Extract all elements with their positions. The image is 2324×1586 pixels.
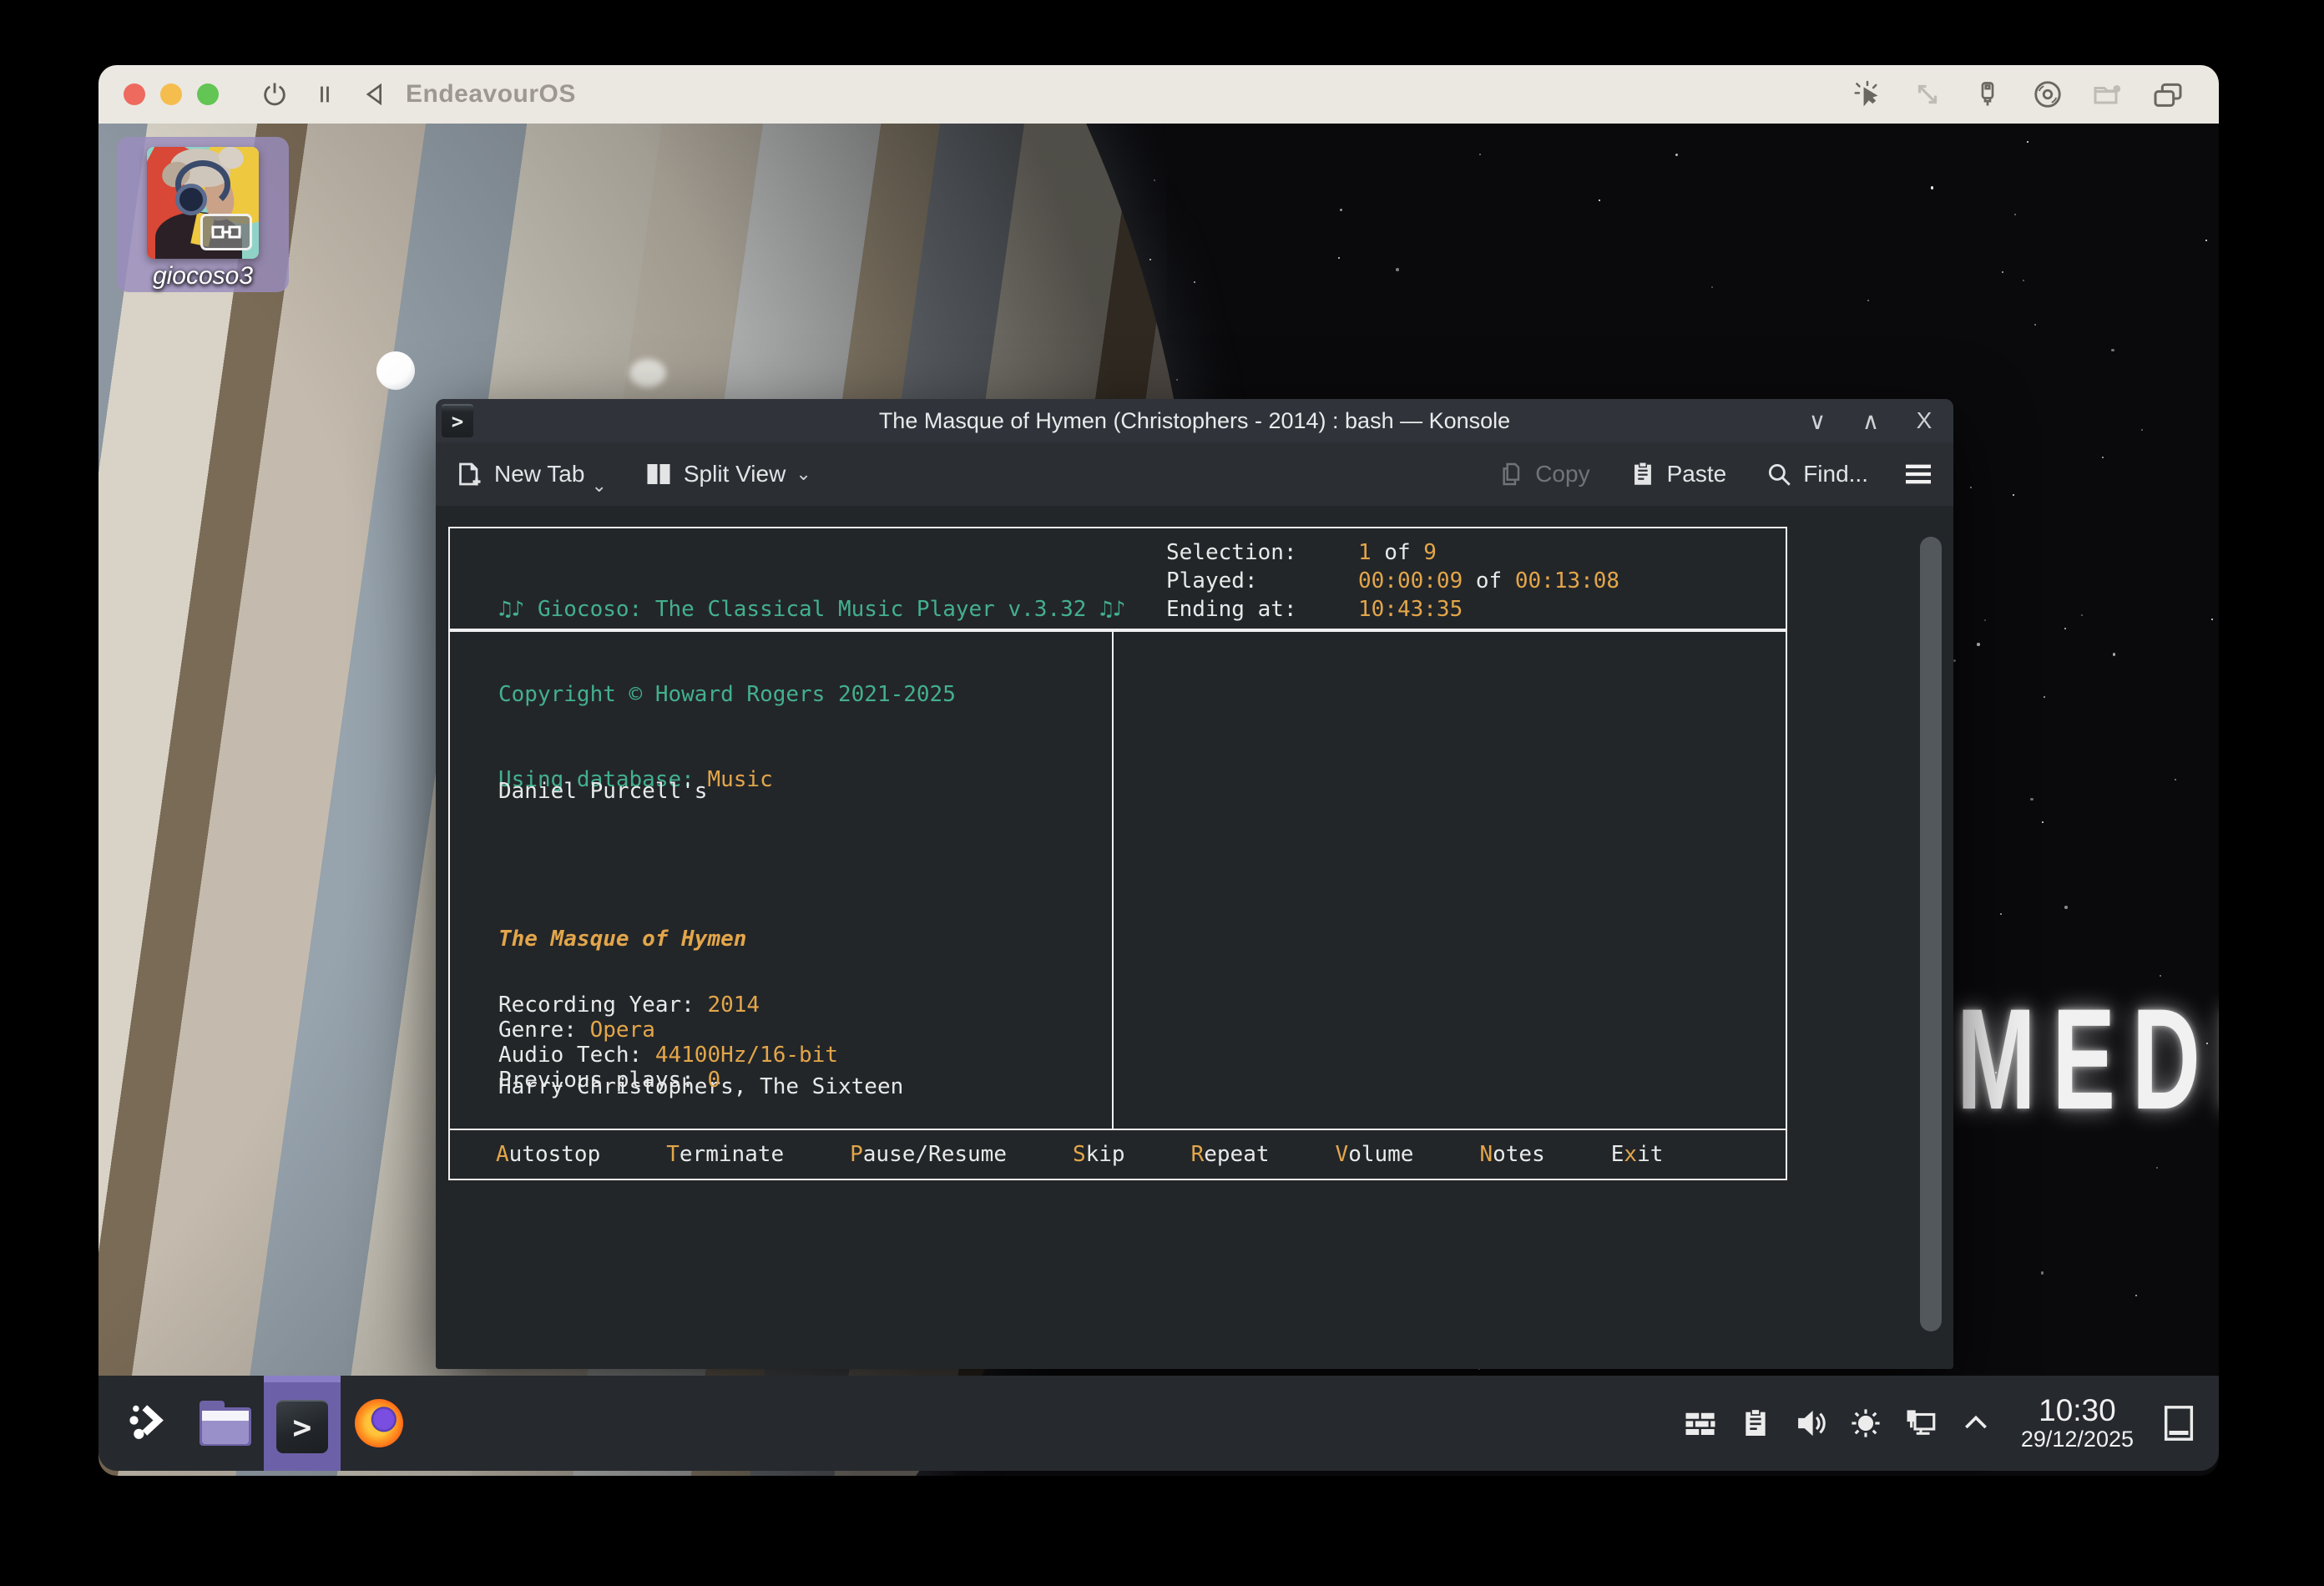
usb-icon[interactable]: [1968, 75, 2007, 114]
wallpaper-text: MEDE: [1957, 977, 2219, 1142]
menu-item-pause-resume[interactable]: Pause/Resume: [850, 1142, 1007, 1167]
close-button[interactable]: X: [1910, 407, 1938, 435]
paste-button[interactable]: Paste: [1629, 460, 1727, 488]
find-button[interactable]: Find...: [1765, 460, 1868, 488]
resize-icon[interactable]: [1908, 75, 1947, 114]
close-traffic-light[interactable]: [124, 83, 145, 105]
shortcut-label: giocoso3: [117, 262, 289, 290]
copy-button[interactable]: Copy: [1498, 461, 1589, 487]
tray-expand-icon[interactable]: [1958, 1405, 1994, 1442]
paste-icon: [1629, 460, 1657, 488]
symlink-badge-icon: [200, 214, 252, 250]
metadata-row: Recording Year: 2014: [498, 993, 838, 1018]
new-tab-label: New Tab: [494, 461, 584, 487]
display-network-tray-icon[interactable]: [1902, 1405, 1939, 1442]
find-label: Find...: [1803, 461, 1868, 487]
menu-item-repeat[interactable]: Repeat: [1191, 1142, 1270, 1167]
disc-icon[interactable]: [2028, 75, 2067, 114]
giocoso-menu-bar: Autostop Terminate Pause/Resume Skip Repeat V…: [448, 1129, 1787, 1180]
file-manager-button[interactable]: [187, 1376, 264, 1471]
new-tab-dropdown-icon[interactable]: ⌄: [591, 475, 606, 497]
paste-label: Paste: [1667, 461, 1727, 487]
new-tab-button[interactable]: New Tab ⌄: [454, 459, 610, 489]
digital-clock[interactable]: 10:30 29/12/2025: [2021, 1395, 2134, 1451]
app-launcher-button[interactable]: [110, 1376, 187, 1471]
screenshot-stage: EndeavourOS: [0, 0, 2324, 1586]
composer-line: Daniel Purcell's: [498, 767, 903, 816]
now-playing-box: Daniel Purcell's The Masque of Hymen Har…: [448, 630, 1787, 1130]
maximize-button[interactable]: ∧: [1857, 407, 1885, 435]
copy-label: Copy: [1535, 461, 1589, 487]
playback-status: Selection:1 of 9Played:00:00:09 of 00:13…: [1166, 538, 1619, 624]
terminal-scrollbar[interactable]: [1920, 537, 1942, 1331]
app-banner-line: ♫♪ Giocoso: The Classical Music Player v…: [498, 595, 1125, 624]
zoom-traffic-light[interactable]: [197, 83, 219, 105]
split-view-icon: [644, 459, 674, 489]
work-title: The Masque of Hymen: [498, 915, 903, 964]
konsole-window-title: The Masque of Hymen (Christophers - 2014…: [436, 408, 1953, 434]
clipboard-tray-icon[interactable]: [1737, 1405, 1774, 1442]
hamburger-menu-button[interactable]: [1902, 457, 1935, 491]
search-icon: [1765, 460, 1793, 488]
giocoso-header-box: ♫♪ Giocoso: The Classical Music Player v…: [448, 527, 1787, 630]
brightness-tray-icon[interactable]: [1847, 1405, 1884, 1442]
konsole-task-button[interactable]: >: [264, 1376, 341, 1471]
clock-time: 10:30: [2021, 1395, 2134, 1427]
metadata-row: Genre: Opera: [498, 1018, 838, 1043]
copy-icon: [1498, 461, 1525, 487]
konsole-window: > The Masque of Hymen (Christophers - 20…: [436, 399, 1953, 1369]
split-view-button[interactable]: Split View ⌄: [644, 459, 811, 489]
pointer-capture-icon[interactable]: [1848, 75, 1887, 114]
volume-tray-icon[interactable]: [1792, 1405, 1829, 1442]
panel-divider: [1112, 632, 1114, 1129]
back-icon[interactable]: [356, 75, 394, 114]
host-window-title: EndeavourOS: [406, 80, 576, 109]
giocoso-app-icon: [147, 147, 259, 259]
konsole-titlebar[interactable]: > The Masque of Hymen (Christophers - 20…: [436, 399, 1953, 442]
displays-icon[interactable]: [2149, 75, 2187, 114]
tiles-tray-icon[interactable]: [1682, 1405, 1719, 1442]
status-row: Ending at:10:43:35: [1166, 595, 1619, 624]
menu-item-notes[interactable]: Notes: [1479, 1142, 1544, 1167]
planet-storm: [629, 359, 666, 387]
menu-item-volume[interactable]: Volume: [1336, 1142, 1414, 1167]
pause-icon[interactable]: [306, 75, 344, 114]
desktop-shortcut-giocoso3[interactable]: giocoso3: [117, 137, 289, 292]
konsole-icon: >: [276, 1400, 328, 1453]
power-icon[interactable]: [255, 75, 294, 114]
host-titlebar: EndeavourOS: [99, 65, 2219, 124]
hamburger-icon: [1902, 457, 1935, 491]
host-vm-window: EndeavourOS: [99, 65, 2219, 1476]
menu-item-exit[interactable]: Exit: [1611, 1142, 1664, 1167]
peek-desktop-widget[interactable]: [2160, 1405, 2197, 1442]
metadata-row: Audio Tech: 44100Hz/16-bit: [498, 1043, 838, 1068]
moon: [376, 351, 415, 390]
clock-date: 29/12/2025: [2021, 1427, 2134, 1451]
shared-folder-icon[interactable]: [2089, 75, 2127, 114]
menu-item-terminate[interactable]: Terminate: [666, 1142, 784, 1167]
vm-desktop: MEDE: [99, 124, 2219, 1476]
split-view-label: Split View: [684, 461, 786, 487]
terminal-view[interactable]: ♫♪ Giocoso: The Classical Music Player v…: [436, 506, 1953, 1369]
menu-item-autostop[interactable]: Autostop: [496, 1142, 600, 1167]
menu-item-skip[interactable]: Skip: [1073, 1142, 1125, 1167]
app-launcher-icon: [125, 1400, 172, 1447]
konsole-toolbar: New Tab ⌄ Split View ⌄ Co: [436, 442, 1953, 508]
firefox-button[interactable]: [341, 1376, 417, 1471]
split-view-dropdown-icon[interactable]: ⌄: [796, 463, 811, 485]
recording-metadata: Recording Year: 2014Genre: OperaAudio Te…: [498, 993, 838, 1093]
taskbar-panel: >: [99, 1376, 2219, 1471]
minimize-traffic-light[interactable]: [160, 83, 182, 105]
minimize-button[interactable]: ∨: [1803, 407, 1831, 435]
status-row: Played:00:00:09 of 00:13:08: [1166, 567, 1619, 595]
dolphin-icon: [200, 1401, 251, 1446]
status-row: Selection:1 of 9: [1166, 538, 1619, 567]
new-tab-icon: [454, 459, 484, 489]
metadata-row: Previous plays: 0: [498, 1068, 838, 1093]
firefox-icon: [355, 1399, 403, 1447]
